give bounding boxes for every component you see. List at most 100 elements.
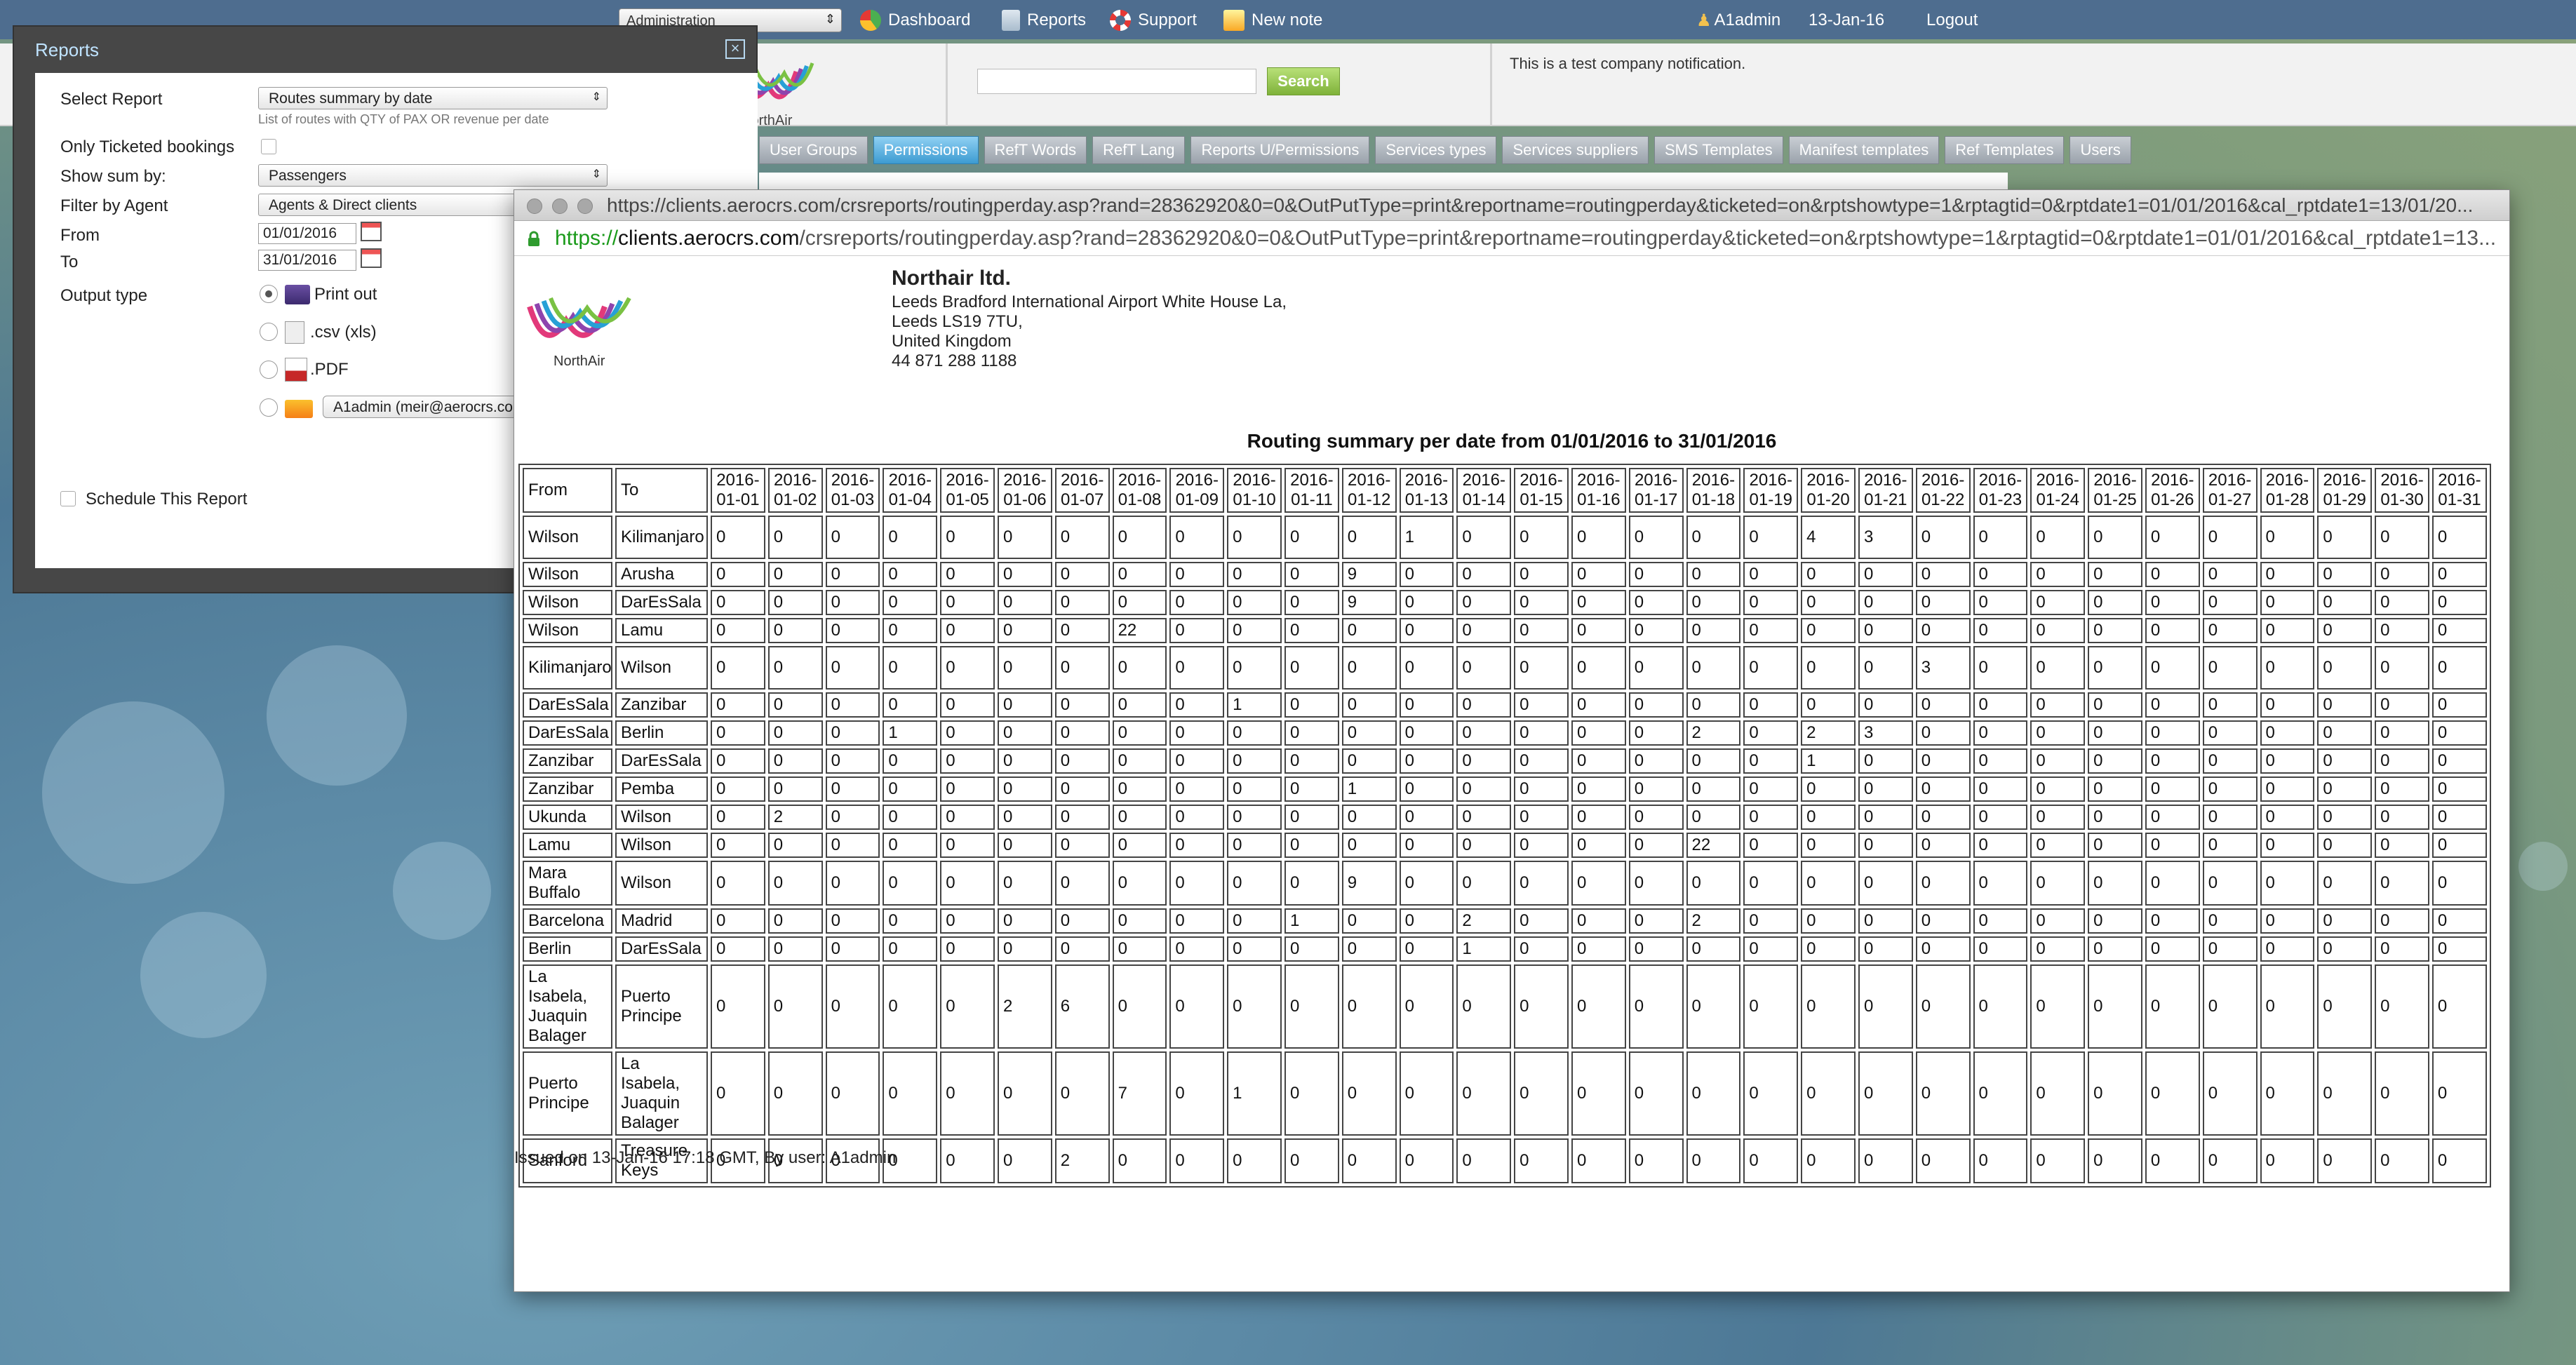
- table-row: Puerto Principe La Isabela, Juaquin Balag…: [523, 1051, 2487, 1136]
- value-cell: 0: [825, 908, 880, 934]
- value-cell: 0: [767, 964, 823, 1049]
- tab-permissions[interactable]: Permissions: [873, 136, 979, 164]
- tab-manifest-templates[interactable]: Manifest templates: [1788, 136, 1940, 164]
- pdf-file-icon: [285, 358, 307, 382]
- value-cell: 0: [1514, 516, 1569, 559]
- value-cell: 0: [1054, 720, 1110, 746]
- value-cell: 0: [1054, 646, 1110, 690]
- company-address-line2: Leeds LS19 7TU,: [892, 312, 1023, 331]
- search-input[interactable]: [977, 69, 1256, 94]
- value-cell: 0: [883, 833, 938, 858]
- value-cell: 0: [1284, 516, 1339, 559]
- from-date-input[interactable]: [258, 223, 356, 244]
- tab-sms-templates[interactable]: SMS Templates: [1653, 136, 1783, 164]
- svg-text:NorthAir: NorthAir: [554, 354, 605, 369]
- reports-dialog-title[interactable]: Reports ×: [14, 27, 756, 70]
- tab-services-types[interactable]: Services types: [1375, 136, 1497, 164]
- value-cell: 0: [1227, 646, 1282, 690]
- to-date-input[interactable]: [258, 250, 356, 271]
- value-cell: 0: [2202, 861, 2258, 906]
- value-cell: 0: [2202, 692, 2258, 718]
- value-cell: 0: [1915, 692, 1971, 718]
- value-cell: 0: [1054, 1051, 1110, 1136]
- only-ticketed-checkbox[interactable]: [261, 139, 276, 154]
- select-report-hint: List of routes with QTY of PAX OR revenu…: [258, 112, 549, 126]
- value-cell: 0: [2145, 748, 2200, 774]
- value-cell: 0: [1169, 1138, 1225, 1183]
- address-bar[interactable]: https://clients.aerocrs.com/crsreports/r…: [514, 221, 2509, 256]
- value-cell: 0: [2375, 646, 2429, 690]
- background-bokeh: [42, 701, 224, 884]
- nav-support[interactable]: Support: [1110, 8, 1197, 32]
- tab-ref-templates[interactable]: Ref Templates: [1945, 136, 2065, 164]
- value-cell: 0: [2431, 805, 2487, 830]
- value-cell: 0: [2431, 833, 2487, 858]
- value-cell: 0: [1284, 861, 1339, 906]
- value-cell: 0: [2202, 562, 2258, 587]
- output-print-radio[interactable]: [260, 285, 278, 303]
- value-cell: 0: [2317, 748, 2373, 774]
- value-cell: 0: [1399, 908, 1454, 934]
- value-cell: 0: [1399, 618, 1454, 643]
- value-cell: 0: [711, 516, 765, 559]
- calendar-icon[interactable]: [361, 222, 382, 241]
- nav-dashboard[interactable]: Dashboard: [860, 8, 970, 32]
- nav-new-note[interactable]: New note: [1223, 8, 1322, 32]
- background-bokeh: [2518, 842, 2568, 891]
- value-cell: 0: [940, 861, 995, 906]
- tab-users[interactable]: Users: [2069, 136, 2131, 164]
- value-cell: 0: [2260, 776, 2315, 802]
- value-cell: 0: [1571, 964, 1626, 1049]
- schedule-checkbox[interactable]: [60, 491, 76, 506]
- value-cell: 0: [1456, 861, 1512, 906]
- value-cell: 0: [825, 692, 880, 718]
- logout-link[interactable]: Logout: [1926, 8, 1978, 32]
- value-cell: 0: [1054, 936, 1110, 962]
- output-email-radio[interactable]: [260, 398, 278, 417]
- value-cell: 0: [1341, 1138, 1397, 1183]
- close-icon[interactable]: ×: [725, 39, 745, 59]
- close-window-icon[interactable]: [527, 199, 542, 214]
- value-cell: 0: [1284, 833, 1339, 858]
- value-cell: 0: [1973, 908, 2028, 934]
- minimize-window-icon[interactable]: [552, 199, 568, 214]
- value-cell: 0: [940, 748, 995, 774]
- table-row: Lamu Wilson 0 0 0 0 0 0 0 0 0 0 0 0 0 0 0 0 0 22 0 0 0 0 0 0 0 0 0 0 0…: [523, 833, 2487, 858]
- value-cell: 2: [997, 964, 1052, 1049]
- select-report-dropdown[interactable]: Routes summary by date ⇕: [258, 87, 608, 109]
- value-cell: 9: [1341, 562, 1397, 587]
- tab-reports-u-permissions[interactable]: Reports U/Permissions: [1190, 136, 1370, 164]
- route-from-cell: Barcelona: [523, 908, 612, 934]
- value-cell: 0: [1915, 833, 1971, 858]
- output-csv-radio[interactable]: [260, 323, 278, 341]
- value-cell: 0: [1456, 692, 1512, 718]
- value-cell: 0: [767, 590, 823, 615]
- value-cell: 0: [1169, 748, 1225, 774]
- value-cell: 0: [2431, 748, 2487, 774]
- value-cell: 0: [1399, 692, 1454, 718]
- value-cell: 0: [1284, 805, 1339, 830]
- value-cell: 0: [1399, 748, 1454, 774]
- show-sum-dropdown[interactable]: Passengers ⇕: [258, 164, 608, 187]
- maximize-window-icon[interactable]: [577, 199, 593, 214]
- value-cell: 2: [1686, 908, 1741, 934]
- company-phone: 44 871 288 1188: [892, 351, 1017, 370]
- tab-reft-lang[interactable]: RefT Lang: [1092, 136, 1186, 164]
- value-cell: 0: [1054, 908, 1110, 934]
- route-to-cell: Madrid: [615, 908, 708, 934]
- calendar-icon[interactable]: [361, 248, 382, 268]
- column-header-date: 2016- 01-20: [1801, 468, 1856, 513]
- tab-reft-words[interactable]: RefT Words: [984, 136, 1087, 164]
- url-scheme: https://: [555, 227, 619, 250]
- search-button[interactable]: Search: [1267, 67, 1340, 95]
- popup-title-bar[interactable]: https://clients.aerocrs.com/crsreports/r…: [514, 190, 2509, 221]
- value-cell: 0: [2145, 805, 2200, 830]
- tab-user-groups[interactable]: User Groups: [759, 136, 868, 164]
- nav-reports[interactable]: Reports: [1002, 8, 1086, 32]
- output-pdf-radio[interactable]: [260, 361, 278, 379]
- value-cell: 0: [883, 964, 938, 1049]
- user-menu[interactable]: ♟ A1admin: [1696, 8, 1780, 32]
- tab-services-suppliers[interactable]: Services suppliers: [1502, 136, 1649, 164]
- value-cell: 0: [2260, 618, 2315, 643]
- value-cell: 0: [2145, 692, 2200, 718]
